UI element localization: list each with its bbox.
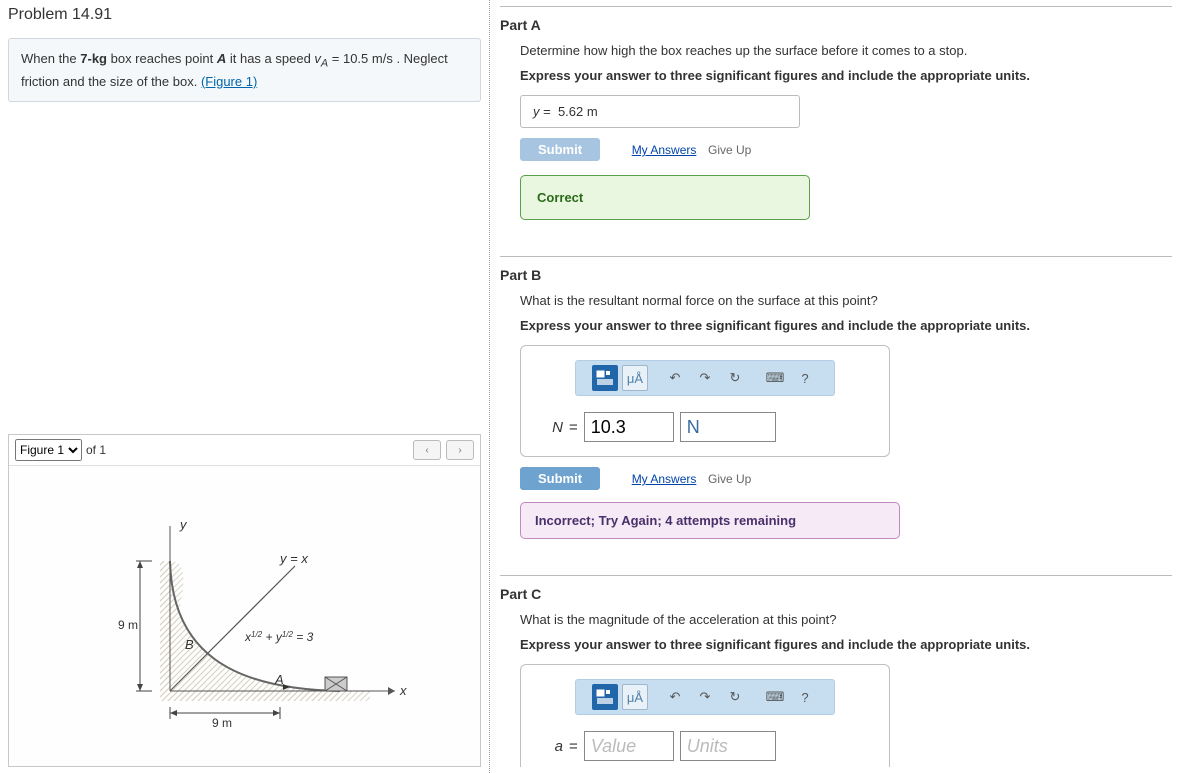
part-b-var: N [552, 419, 563, 436]
part-b-my-answers-link[interactable]: My Answers [632, 472, 697, 486]
next-figure-button[interactable]: › [446, 440, 474, 460]
part-a-submit-button[interactable]: Submit [520, 138, 600, 161]
figure-body: y x y = x x1/2 + y1/2 = 3 A B [9, 466, 480, 766]
text: When the [21, 51, 80, 66]
speed-value: = 10.5 m/s [328, 51, 393, 66]
prev-figure-button[interactable]: ‹ [413, 440, 441, 460]
figure-link[interactable]: (Figure 1) [201, 74, 257, 89]
part-a-my-answers-link[interactable]: My Answers [632, 143, 697, 157]
undo-button[interactable]: ↶ [662, 365, 688, 391]
divider [500, 256, 1172, 257]
part-c-question: What is the magnitude of the acceleratio… [520, 612, 1172, 627]
curve-label: x1/2 + y1/2 = 3 [244, 630, 314, 645]
problem-title: Problem 14.91 [8, 6, 481, 24]
figure-panel: Figure 1 of 1 ‹ › [8, 434, 481, 767]
templates-button[interactable] [592, 365, 618, 391]
answer-toolbar: μÅ ↶ ↷ ↻ ⌨ ? [575, 679, 835, 715]
help-button[interactable]: ? [792, 365, 818, 391]
part-c: Part C What is the magnitude of the acce… [500, 586, 1172, 767]
part-a-giveup-link[interactable]: Give Up [708, 143, 751, 157]
part-c-value-input[interactable] [584, 731, 674, 761]
part-b-feedback: Incorrect; Try Again; 4 attempts remaini… [520, 502, 900, 539]
speed-symbol: vA [314, 51, 328, 66]
axis-y-label: y [179, 517, 188, 532]
divider [500, 6, 1172, 7]
part-b-question: What is the resultant normal force on th… [520, 293, 1172, 308]
line-label: y = x [279, 551, 308, 566]
dim-height: 9 m [118, 618, 138, 632]
redo-button[interactable]: ↷ [692, 365, 718, 391]
left-column: Problem 14.91 When the 7-kg box reaches … [0, 0, 490, 773]
figure-header: Figure 1 of 1 ‹ › [9, 435, 480, 466]
problem-statement: When the 7-kg box reaches point A it has… [8, 38, 481, 102]
divider [500, 575, 1172, 576]
part-c-answer-frame: μÅ ↶ ↷ ↻ ⌨ ? a = [520, 664, 890, 767]
part-a: Part A Determine how high the box reache… [500, 17, 1172, 220]
keyboard-button[interactable]: ⌨ [762, 684, 788, 710]
answer-toolbar: μÅ ↶ ↷ ↻ ⌨ ? [575, 360, 835, 396]
part-c-instruct: Express your answer to three significant… [520, 637, 1172, 652]
part-a-heading: Part A [500, 17, 1172, 33]
figure-count: of 1 [86, 443, 106, 457]
eq: = [540, 104, 555, 119]
reset-button[interactable]: ↻ [722, 365, 748, 391]
part-b-answer-frame: μÅ ↶ ↷ ↻ ⌨ ? N = [520, 345, 890, 457]
part-b-instruct: Express your answer to three significant… [520, 318, 1172, 333]
templates-button[interactable] [592, 684, 618, 710]
figure-selector[interactable]: Figure 1 [15, 439, 82, 461]
part-a-question: Determine how high the box reaches up th… [520, 43, 1172, 58]
text: it has a speed [226, 51, 314, 66]
keyboard-button[interactable]: ⌨ [762, 365, 788, 391]
point-a-label: A [274, 672, 284, 687]
part-a-feedback: Correct [520, 175, 810, 220]
part-c-heading: Part C [500, 586, 1172, 602]
part-b-heading: Part B [500, 267, 1172, 283]
part-a-value: 5.62 m [558, 104, 598, 119]
reset-button[interactable]: ↻ [722, 684, 748, 710]
redo-button[interactable]: ↷ [692, 684, 718, 710]
right-column: Part A Determine how high the box reache… [490, 0, 1182, 773]
text: box reaches point [107, 51, 217, 66]
part-a-answer-box: y = 5.62 m [520, 95, 800, 128]
dim-width: 9 m [212, 716, 232, 730]
axis-x-label: x [399, 683, 407, 698]
greek-button[interactable]: μÅ [622, 684, 648, 710]
greek-button[interactable]: μÅ [622, 365, 648, 391]
part-b-units-input[interactable] [680, 412, 776, 442]
part-c-units-input[interactable] [680, 731, 776, 761]
undo-button[interactable]: ↶ [662, 684, 688, 710]
mass: 7-kg [80, 51, 107, 66]
part-b-submit-button[interactable]: Submit [520, 467, 600, 490]
eq: = [569, 419, 578, 436]
point-b-label: B [185, 637, 194, 652]
figure-svg: y x y = x x1/2 + y1/2 = 3 A B [80, 501, 410, 731]
part-b-giveup-link[interactable]: Give Up [708, 472, 751, 486]
help-button[interactable]: ? [792, 684, 818, 710]
part-b: Part B What is the resultant normal forc… [500, 267, 1172, 539]
eq: = [569, 738, 578, 755]
point-label: A [217, 51, 226, 66]
part-a-instruct: Express your answer to three significant… [520, 68, 1172, 83]
part-b-value-input[interactable] [584, 412, 674, 442]
part-c-var: a [555, 738, 563, 755]
